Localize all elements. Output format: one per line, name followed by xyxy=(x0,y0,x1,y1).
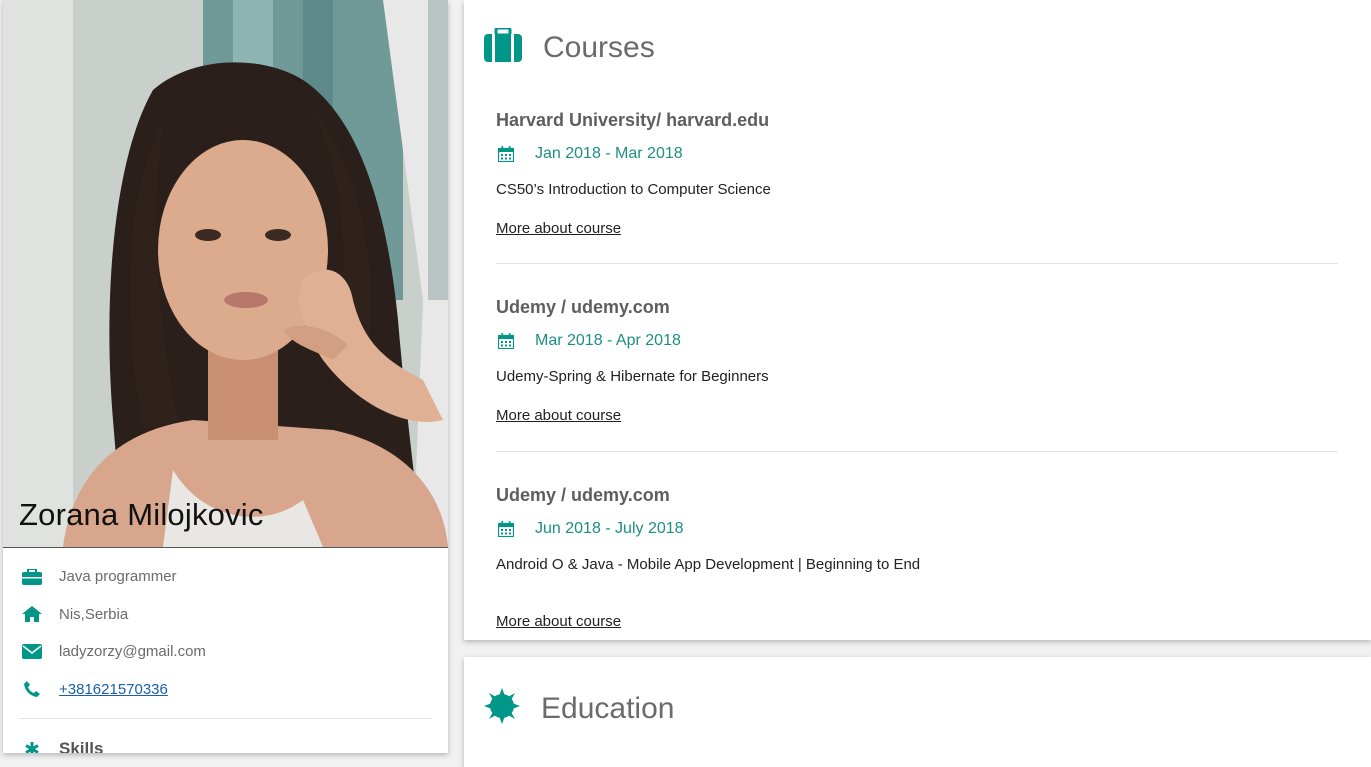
profile-info-list: Java programmer Nis,Serbia ladyzorzy@gma… xyxy=(3,548,448,753)
calendar-icon xyxy=(498,333,514,349)
skills-heading: Skills xyxy=(19,739,432,753)
course-description: CS50’s Introduction to Computer Science xyxy=(496,181,771,198)
more-about-course-link[interactable]: More about course xyxy=(496,220,621,237)
course-description: Udemy-Spring & Hibernate for Beginners xyxy=(496,368,769,385)
course-dates: Mar 2018 - Apr 2018 xyxy=(535,332,681,349)
course-dates: Jun 2018 - July 2018 xyxy=(535,520,684,537)
education-panel: Education xyxy=(464,657,1371,767)
phone-row: +381621570336 xyxy=(19,671,432,709)
calendar-icon xyxy=(498,521,514,537)
course-org: Udemy / udemy.com xyxy=(496,485,670,505)
education-title: Education xyxy=(541,691,675,725)
courses-title: Courses xyxy=(543,30,655,64)
course-description: Android O & Java - Mobile App Developmen… xyxy=(496,556,921,573)
courses-header: Courses xyxy=(484,26,655,67)
location-text: Nis,Serbia xyxy=(59,605,129,623)
education-header: Education xyxy=(484,688,674,729)
more-about-course-link[interactable]: More about course xyxy=(496,613,621,630)
envelope-icon xyxy=(20,643,44,661)
profile-name: Zorana Milojkovic xyxy=(19,497,264,532)
course-dates-row: Jan 2018 - Mar 2018 xyxy=(496,145,1338,163)
course-item: Udemy / udemy.com Jun 2018 - July 2018 A… xyxy=(496,485,1338,631)
briefcase-icon xyxy=(20,568,44,586)
course-dates-row: Jun 2018 - July 2018 xyxy=(496,520,1338,538)
course-dates-row: Mar 2018 - Apr 2018 xyxy=(496,332,1338,350)
calendar-icon xyxy=(498,146,514,162)
job-row: Java programmer xyxy=(19,558,432,596)
course-org: Udemy / udemy.com xyxy=(496,297,670,317)
certificate-icon xyxy=(484,688,520,729)
courses-panel: Courses Harvard University/ harvard.edu … xyxy=(464,0,1371,640)
course-divider xyxy=(496,451,1338,452)
phone-icon xyxy=(20,680,44,698)
job-title: Java programmer xyxy=(59,568,177,586)
suitcase-icon xyxy=(484,26,522,67)
profile-photo-illustration xyxy=(3,0,448,547)
course-item: Udemy / udemy.com Mar 2018 - Apr 2018 Ud… xyxy=(496,297,1338,425)
phone-link[interactable]: +381621570336 xyxy=(59,681,168,698)
info-divider xyxy=(19,718,432,719)
more-about-course-link[interactable]: More about course xyxy=(496,407,621,424)
course-divider xyxy=(496,263,1338,264)
email-row: ladyzorzy@gmail.com xyxy=(19,633,432,671)
email-text: ladyzorzy@gmail.com xyxy=(59,643,206,661)
course-item: Harvard University/ harvard.edu Jan 2018… xyxy=(496,110,1338,238)
asterisk-icon xyxy=(20,740,44,753)
course-dates: Jan 2018 - Mar 2018 xyxy=(535,145,683,162)
profile-card: Zorana Milojkovic Java programmer Nis,Se… xyxy=(3,0,448,753)
skills-label: Skills xyxy=(59,739,104,753)
course-org: Harvard University/ harvard.edu xyxy=(496,110,770,130)
profile-photo: Zorana Milojkovic xyxy=(3,0,448,548)
home-icon xyxy=(20,605,44,623)
location-row: Nis,Serbia xyxy=(19,596,432,634)
